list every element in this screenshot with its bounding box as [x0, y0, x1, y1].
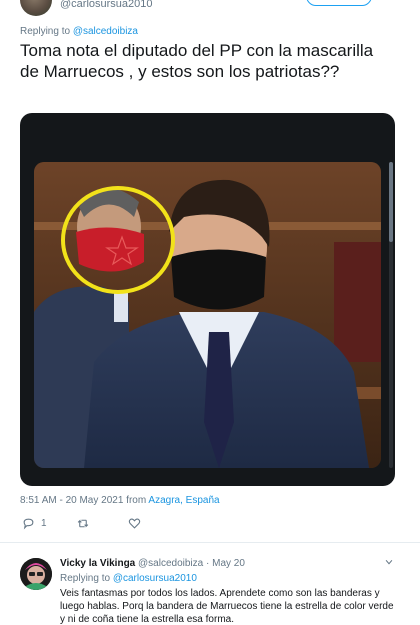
- reply-count: 1: [41, 517, 47, 529]
- tweet-media[interactable]: [20, 113, 395, 486]
- chevron-down-icon[interactable]: [384, 557, 394, 567]
- reply-author-handle[interactable]: @salcedoibiza: [138, 558, 203, 569]
- reply-separator: ·: [205, 558, 210, 569]
- photo-illustration: [34, 162, 381, 468]
- tweet-meta: 8:51 AM - 20 May 2021 from Azagra, Españ…: [20, 495, 220, 506]
- reply-icon: [23, 518, 34, 529]
- divider: [0, 542, 420, 543]
- tweet-timestamp[interactable]: 8:51 AM - 20 May 2021 from: [20, 495, 146, 506]
- media-scrollbar-thumb[interactable]: [389, 162, 393, 242]
- avatar-image: [20, 558, 52, 590]
- avatar[interactable]: [20, 0, 52, 16]
- tweet-actions: 1: [20, 514, 400, 532]
- retweet-button[interactable]: [76, 514, 96, 532]
- reply-replying-to-label: Replying to: [60, 573, 111, 584]
- reply-date[interactable]: May 20: [212, 558, 245, 569]
- avatar[interactable]: [20, 558, 52, 590]
- previous-tweet-header: @carlosursua2010: [0, 0, 420, 20]
- like-icon: [128, 518, 141, 529]
- tweet-photo[interactable]: [34, 162, 381, 468]
- retweet-icon: [77, 518, 89, 528]
- reply-tweet[interactable]: Vicky la Vikinga @salcedoibiza · May 20 …: [0, 550, 420, 625]
- reply-button[interactable]: 1: [22, 514, 47, 532]
- tweet-location[interactable]: Azagra, España: [148, 495, 219, 506]
- reply-author-name[interactable]: Vicky la Vikinga: [60, 558, 135, 569]
- replying-to-label: Replying to: [20, 26, 71, 37]
- author-handle[interactable]: @carlosursua2010: [60, 0, 153, 10]
- reply-text: Veis fantasmas por todos los lados. Apre…: [60, 588, 394, 625]
- reply-replying-to-mention[interactable]: @carlosursua2010: [113, 573, 197, 584]
- replying-to-mention[interactable]: @salcedoibiza: [73, 26, 138, 37]
- tweet-text: Toma nota el diputado del PP con la masc…: [20, 41, 374, 81]
- reply-header: Vicky la Vikinga @salcedoibiza · May 20: [60, 558, 245, 569]
- media-scrollbar[interactable]: [389, 162, 393, 468]
- reply-replying-to-line: Replying to @carlosursua2010: [60, 573, 197, 584]
- replying-to-line: Replying to @salcedoibiza: [20, 26, 138, 37]
- like-button[interactable]: [128, 514, 147, 532]
- follow-button[interactable]: [306, 0, 372, 6]
